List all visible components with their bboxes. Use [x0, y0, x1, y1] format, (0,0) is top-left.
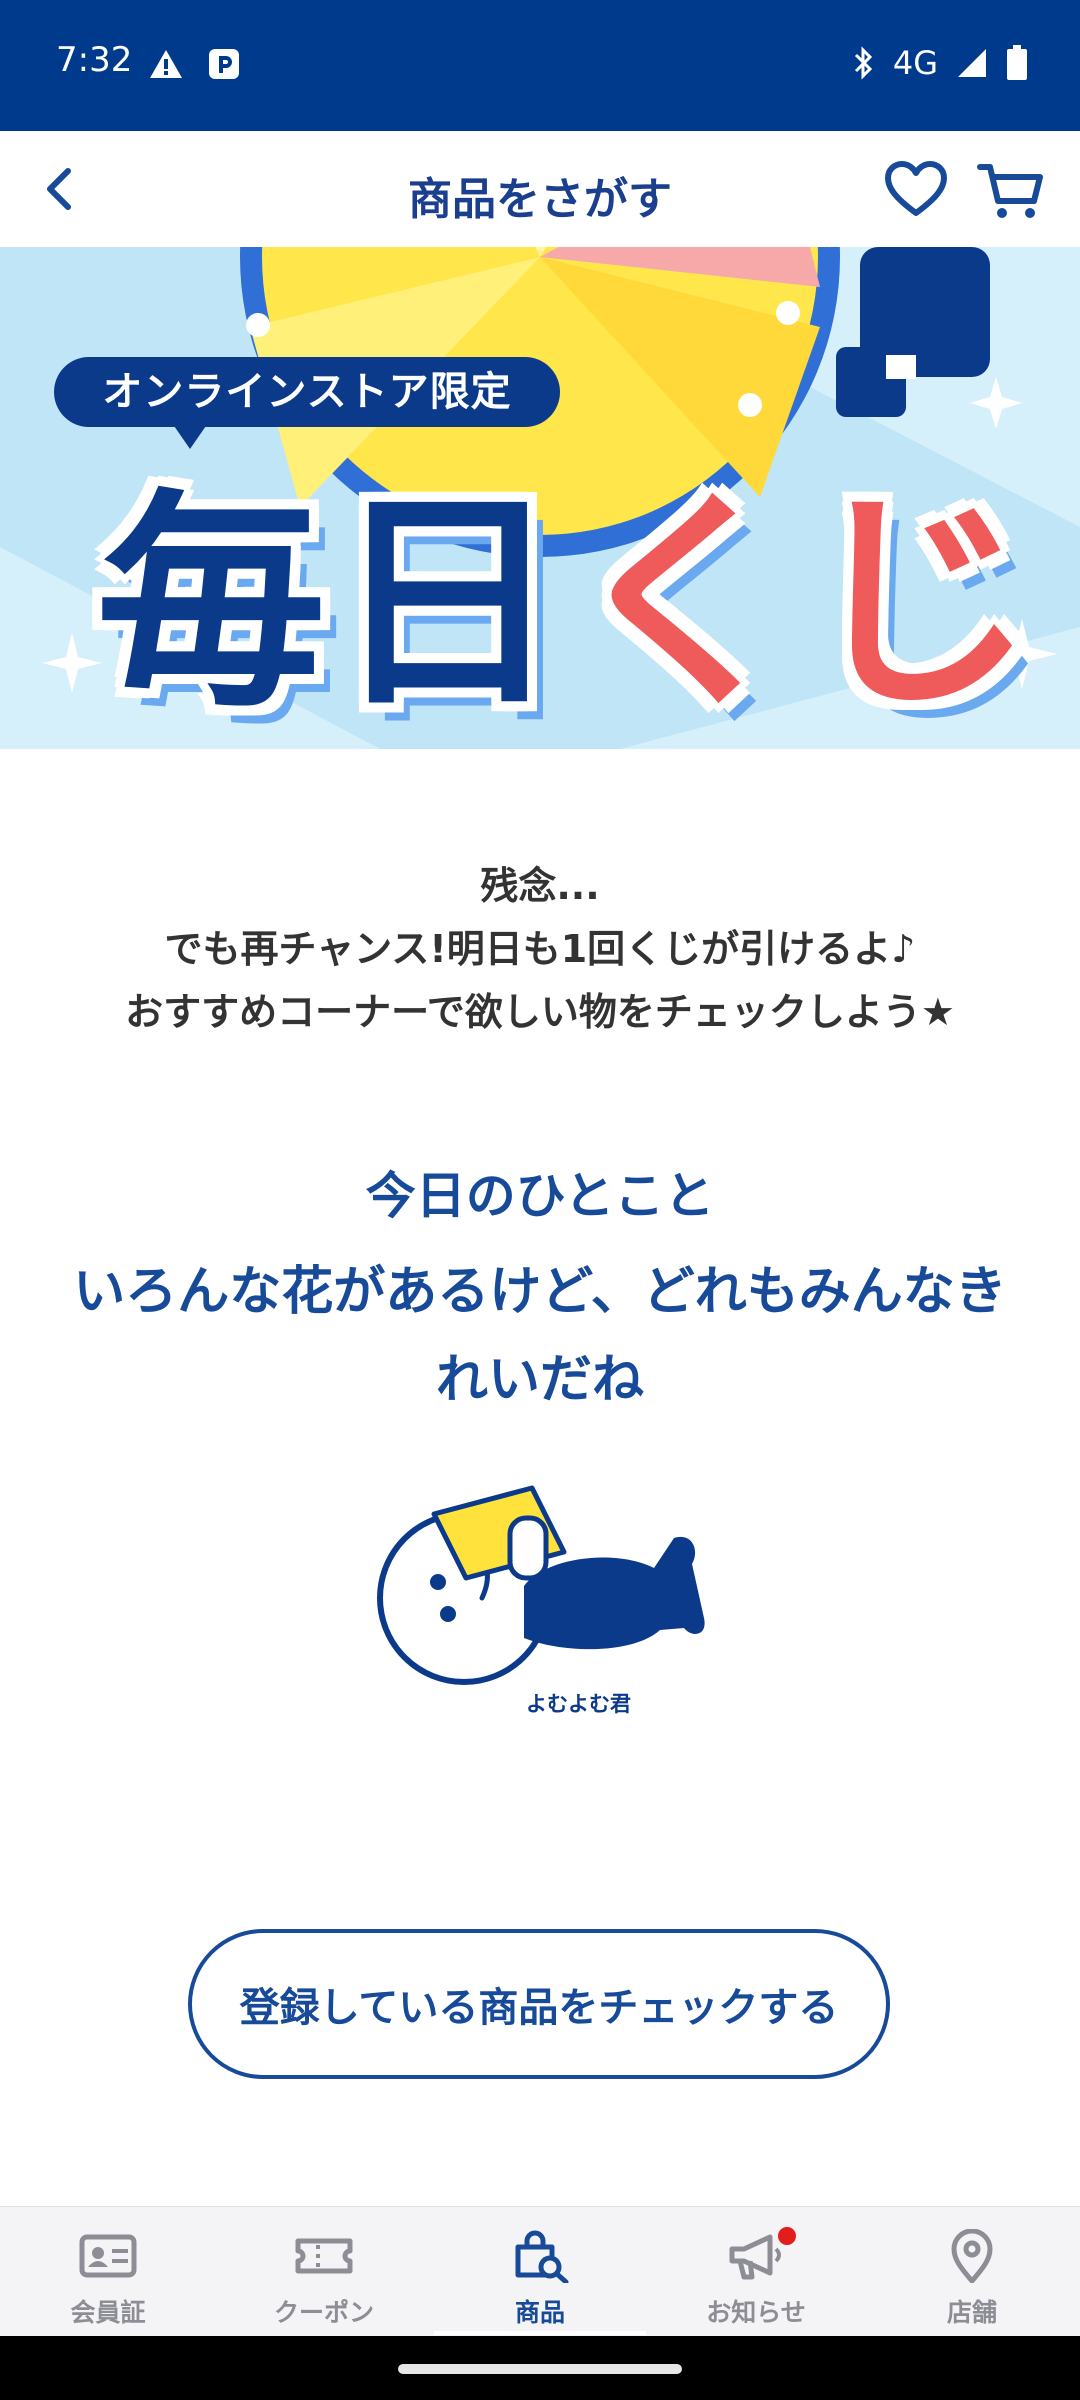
nav-item-stores[interactable]: 店舗	[864, 2207, 1080, 2337]
character-label: よむよむ君	[526, 1692, 631, 1716]
home-gesture-handle[interactable]	[398, 2364, 682, 2374]
banner-title-blue: 毎日	[96, 471, 569, 738]
parking-app-icon	[209, 49, 239, 79]
coupon-icon	[295, 2238, 353, 2274]
notification-dot	[778, 2227, 796, 2245]
nav-label-member-card: 会員証	[70, 2298, 146, 2327]
hitokoto-body: いろんな花があるけど、どれもみんなきれいだね	[73, 1262, 1007, 1410]
warning-icon	[150, 50, 182, 78]
nav-label-news: お知らせ	[706, 2298, 806, 2327]
nav-label-products: 商品	[514, 2298, 565, 2327]
lottery-result-message: 残念... でも再チャンス!明日も1回くじが引けるよ♪ おすすめコーナーで欲しい…	[40, 855, 1040, 1044]
battery-icon	[1007, 45, 1027, 80]
nav-item-member-card[interactable]: 会員証	[0, 2207, 216, 2337]
member-card-icon	[79, 2234, 137, 2278]
yomuyomu-character-illustration	[377, 1485, 705, 1685]
gesture-navigation-area	[0, 2336, 1080, 2400]
status-time: 7:32	[56, 40, 133, 80]
megaphone-icon	[729, 2234, 781, 2280]
banner-title: 毎日くじ	[96, 417, 1040, 749]
location-pin-icon	[951, 2229, 993, 2283]
network-type: 4G	[892, 44, 938, 82]
status-notification-icons	[148, 48, 240, 80]
nav-active-indicator	[434, 2331, 646, 2335]
favorite-heart-icon[interactable]	[884, 159, 948, 223]
product-search-icon	[515, 2230, 569, 2283]
nav-label-coupon: クーポン	[273, 2298, 374, 2327]
banner-title-red: くじ	[568, 471, 1041, 738]
result-line-3: おすすめコーナーで欲しい物をチェックしよう★	[125, 990, 955, 1034]
bluetooth-icon	[854, 46, 872, 80]
status-bar: 7:32 4G	[0, 0, 1080, 131]
nav-item-coupon[interactable]: クーポン	[216, 2207, 432, 2337]
nav-label-stores: 店舗	[946, 2298, 997, 2327]
app-header: 商品をさがす	[0, 131, 1080, 248]
signal-icon	[958, 49, 986, 77]
nav-item-products[interactable]: 商品	[432, 2207, 648, 2337]
status-system-icons: 4G	[853, 44, 1028, 82]
bottom-navigation: 会員証 クーポン 商品 お知らせ 店舗	[0, 2206, 1080, 2337]
nav-item-news[interactable]: お知らせ	[648, 2207, 864, 2337]
daily-lottery-banner: オンラインストア限定 毎日くじ	[0, 247, 1080, 749]
cart-icon[interactable]	[976, 159, 1046, 223]
result-line-1: 残念...	[480, 864, 600, 908]
check-registered-items-button[interactable]: 登録している商品をチェックする	[188, 1929, 890, 2079]
result-line-2: でも再チャンス!明日も1回くじが引けるよ♪	[164, 927, 916, 971]
hitokoto-title: 今日のひとこと	[365, 1167, 715, 1225]
